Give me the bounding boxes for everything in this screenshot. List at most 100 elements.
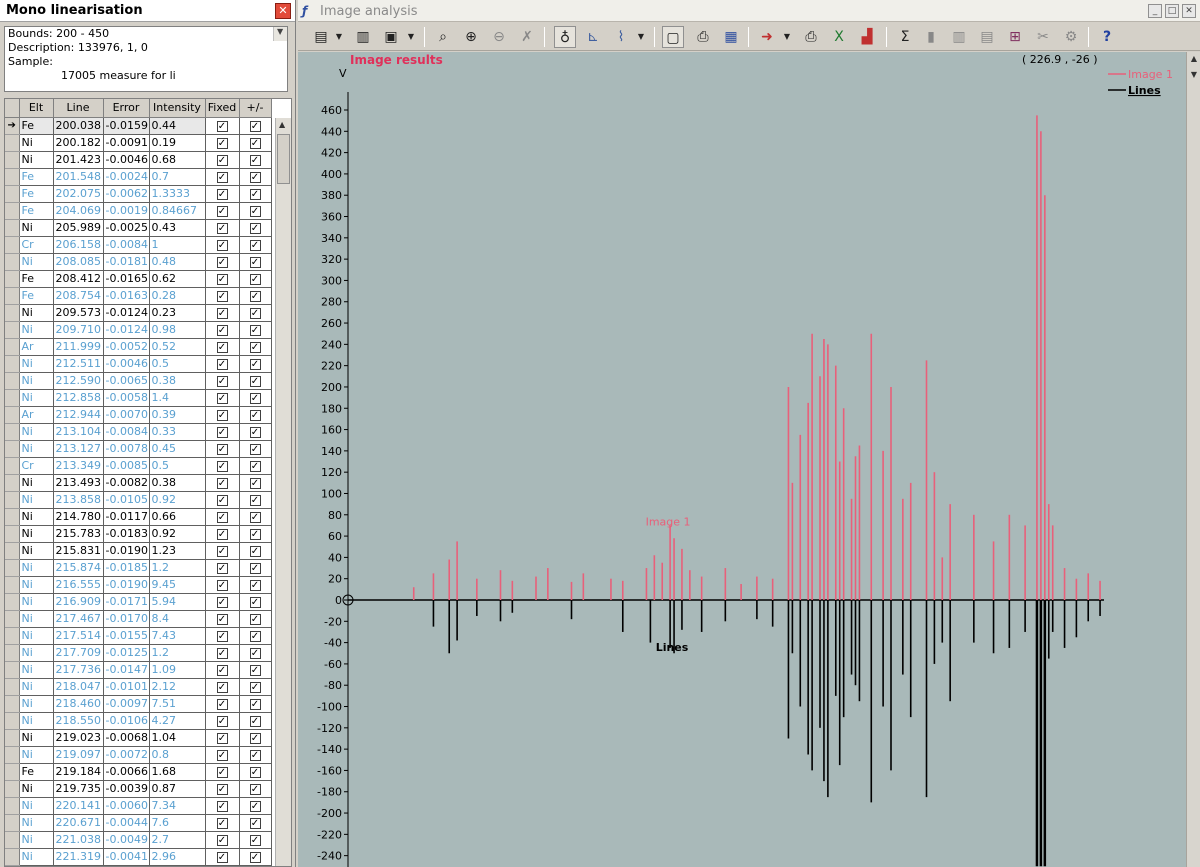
cell-fixed[interactable]: ✓ xyxy=(205,712,240,730)
cell-plus-minus[interactable]: ✓ xyxy=(239,219,272,237)
cell-fixed[interactable]: ✓ xyxy=(205,678,240,696)
table-row[interactable]: Ni 200.182 -0.0091 0.19 ✓ ✓ xyxy=(5,134,272,152)
checkbox[interactable]: ✓ xyxy=(216,155,228,166)
checkbox[interactable]: ✓ xyxy=(249,155,261,166)
cut-icon[interactable]: ✂ xyxy=(1032,26,1054,48)
checkbox[interactable]: ✓ xyxy=(249,631,261,642)
clear-icon[interactable]: ✗ xyxy=(516,26,538,48)
checkbox[interactable]: ✓ xyxy=(216,240,228,251)
table-row[interactable]: Ni 217.467 -0.0170 8.4 ✓ ✓ xyxy=(5,610,272,628)
table-row[interactable]: Ni 208.085 -0.0181 0.48 ✓ ✓ xyxy=(5,253,272,271)
checkbox[interactable]: ✓ xyxy=(216,461,228,472)
cell-plus-minus[interactable]: ✓ xyxy=(239,338,272,356)
cell-fixed[interactable]: ✓ xyxy=(205,321,240,339)
zoom-in-icon[interactable]: ⊕ xyxy=(460,26,482,48)
cell-fixed[interactable]: ✓ xyxy=(205,253,240,271)
cell-fixed[interactable]: ✓ xyxy=(205,695,240,713)
checkbox[interactable]: ✓ xyxy=(216,444,228,455)
print-setup-icon[interactable]: ⎙ xyxy=(692,26,714,48)
column-header-intensity[interactable]: Intensity xyxy=(149,99,206,118)
cell-fixed[interactable]: ✓ xyxy=(205,151,240,169)
column-header-line[interactable]: Line xyxy=(53,99,104,118)
checkbox[interactable]: ✓ xyxy=(216,835,228,846)
checkbox[interactable]: ✓ xyxy=(249,682,261,693)
cell-plus-minus[interactable]: ✓ xyxy=(239,831,272,849)
table-row[interactable]: Ni 205.989 -0.0025 0.43 ✓ ✓ xyxy=(5,219,272,237)
table-row[interactable]: Ni 221.038 -0.0049 2.7 ✓ ✓ xyxy=(5,831,272,849)
table-row[interactable]: Ni 220.671 -0.0044 7.6 ✓ ✓ xyxy=(5,814,272,832)
cell-fixed[interactable]: ✓ xyxy=(205,423,240,441)
checkbox[interactable]: ✓ xyxy=(249,784,261,795)
cell-fixed[interactable]: ✓ xyxy=(205,219,240,237)
cell-plus-minus[interactable]: ✓ xyxy=(239,168,272,186)
cell-plus-minus[interactable]: ✓ xyxy=(239,712,272,730)
checkbox[interactable]: ✓ xyxy=(216,716,228,727)
scrollbar-thumb[interactable] xyxy=(277,134,290,184)
table-row[interactable]: Ni 218.550 -0.0106 4.27 ✓ ✓ xyxy=(5,712,272,730)
cell-plus-minus[interactable]: ✓ xyxy=(239,559,272,577)
cell-fixed[interactable]: ✓ xyxy=(205,270,240,288)
cell-fixed[interactable]: ✓ xyxy=(205,848,240,866)
table-row[interactable]: Ni 213.127 -0.0078 0.45 ✓ ✓ xyxy=(5,440,272,458)
table-row[interactable]: Ni 220.141 -0.0060 7.34 ✓ ✓ xyxy=(5,797,272,815)
cell-fixed[interactable]: ✓ xyxy=(205,576,240,594)
checkbox[interactable]: ✓ xyxy=(249,597,261,608)
excel-icon[interactable]: X xyxy=(828,26,850,48)
table-row[interactable]: Ni 219.735 -0.0039 0.87 ✓ ✓ xyxy=(5,780,272,798)
checkbox[interactable]: ✓ xyxy=(249,750,261,761)
table-row[interactable]: Ni 219.097 -0.0072 0.8 ✓ ✓ xyxy=(5,746,272,764)
checkbox[interactable]: ✓ xyxy=(216,529,228,540)
cell-fixed[interactable]: ✓ xyxy=(205,831,240,849)
checkbox[interactable]: ✓ xyxy=(216,291,228,302)
panel-icon[interactable]: ▤ xyxy=(976,26,998,48)
monitor-icon[interactable]: ▢ xyxy=(662,26,684,48)
cell-plus-minus[interactable]: ✓ xyxy=(239,814,272,832)
cell-fixed[interactable]: ✓ xyxy=(205,746,240,764)
table-row[interactable]: Ni 209.573 -0.0124 0.23 ✓ ✓ xyxy=(5,304,272,322)
table-row[interactable]: Ni 216.909 -0.0171 5.94 ✓ ✓ xyxy=(5,593,272,611)
checkbox[interactable]: ✓ xyxy=(249,529,261,540)
dropdown-icon[interactable]: ▼ xyxy=(636,26,646,48)
cell-fixed[interactable]: ✓ xyxy=(205,185,240,203)
checkbox[interactable]: ✓ xyxy=(249,240,261,251)
checkbox[interactable]: ✓ xyxy=(249,308,261,319)
checkbox[interactable]: ✓ xyxy=(216,750,228,761)
checkbox[interactable]: ✓ xyxy=(216,852,228,863)
cell-fixed[interactable]: ✓ xyxy=(205,780,240,798)
table-row[interactable]: Ni 213.104 -0.0084 0.33 ✓ ✓ xyxy=(5,423,272,441)
checkbox[interactable]: ✓ xyxy=(216,325,228,336)
cell-fixed[interactable]: ✓ xyxy=(205,627,240,645)
zoom-icon[interactable]: ⌕ xyxy=(432,26,454,48)
checkbox[interactable]: ✓ xyxy=(216,478,228,489)
checkbox[interactable]: ✓ xyxy=(216,648,228,659)
table-row[interactable]: Fe 208.412 -0.0165 0.62 ✓ ✓ xyxy=(5,270,272,288)
checkbox[interactable]: ✓ xyxy=(216,546,228,557)
scroll-up-icon[interactable]: ▲ xyxy=(1188,54,1200,66)
checkbox[interactable]: ✓ xyxy=(216,580,228,591)
chart-scrollbar[interactable]: ▲ ▼ xyxy=(1186,52,1200,867)
cell-plus-minus[interactable]: ✓ xyxy=(239,202,272,220)
cell-plus-minus[interactable]: ✓ xyxy=(239,746,272,764)
cell-plus-minus[interactable]: ✓ xyxy=(239,797,272,815)
cell-fixed[interactable]: ✓ xyxy=(205,644,240,662)
checkbox[interactable]: ✓ xyxy=(216,121,228,132)
scroll-down-icon[interactable]: ▼ xyxy=(1188,70,1200,82)
checkbox[interactable]: ✓ xyxy=(249,801,261,812)
checkbox[interactable]: ✓ xyxy=(216,682,228,693)
checkbox[interactable]: ✓ xyxy=(216,563,228,574)
table-row[interactable]: Ni 218.460 -0.0097 7.51 ✓ ✓ xyxy=(5,695,272,713)
checkbox[interactable]: ✓ xyxy=(249,274,261,285)
cell-plus-minus[interactable]: ✓ xyxy=(239,457,272,475)
cell-fixed[interactable]: ✓ xyxy=(205,729,240,747)
checkbox[interactable]: ✓ xyxy=(249,495,261,506)
checkbox[interactable]: ✓ xyxy=(216,308,228,319)
table-row[interactable]: Ar 211.999 -0.0052 0.52 ✓ ✓ xyxy=(5,338,272,356)
table-row[interactable]: Ni 213.858 -0.0105 0.92 ✓ ✓ xyxy=(5,491,272,509)
table-row[interactable]: Ni 217.514 -0.0155 7.43 ✓ ✓ xyxy=(5,627,272,645)
cell-plus-minus[interactable]: ✓ xyxy=(239,253,272,271)
checkbox[interactable]: ✓ xyxy=(249,478,261,489)
checkbox[interactable]: ✓ xyxy=(216,189,228,200)
bar-chart-icon[interactable]: ▟ xyxy=(856,26,878,48)
spectrum-chart[interactable]: Image results V ( 226.9 , -26 ) 460 440 42… xyxy=(298,52,1186,867)
cell-plus-minus[interactable]: ✓ xyxy=(239,474,272,492)
